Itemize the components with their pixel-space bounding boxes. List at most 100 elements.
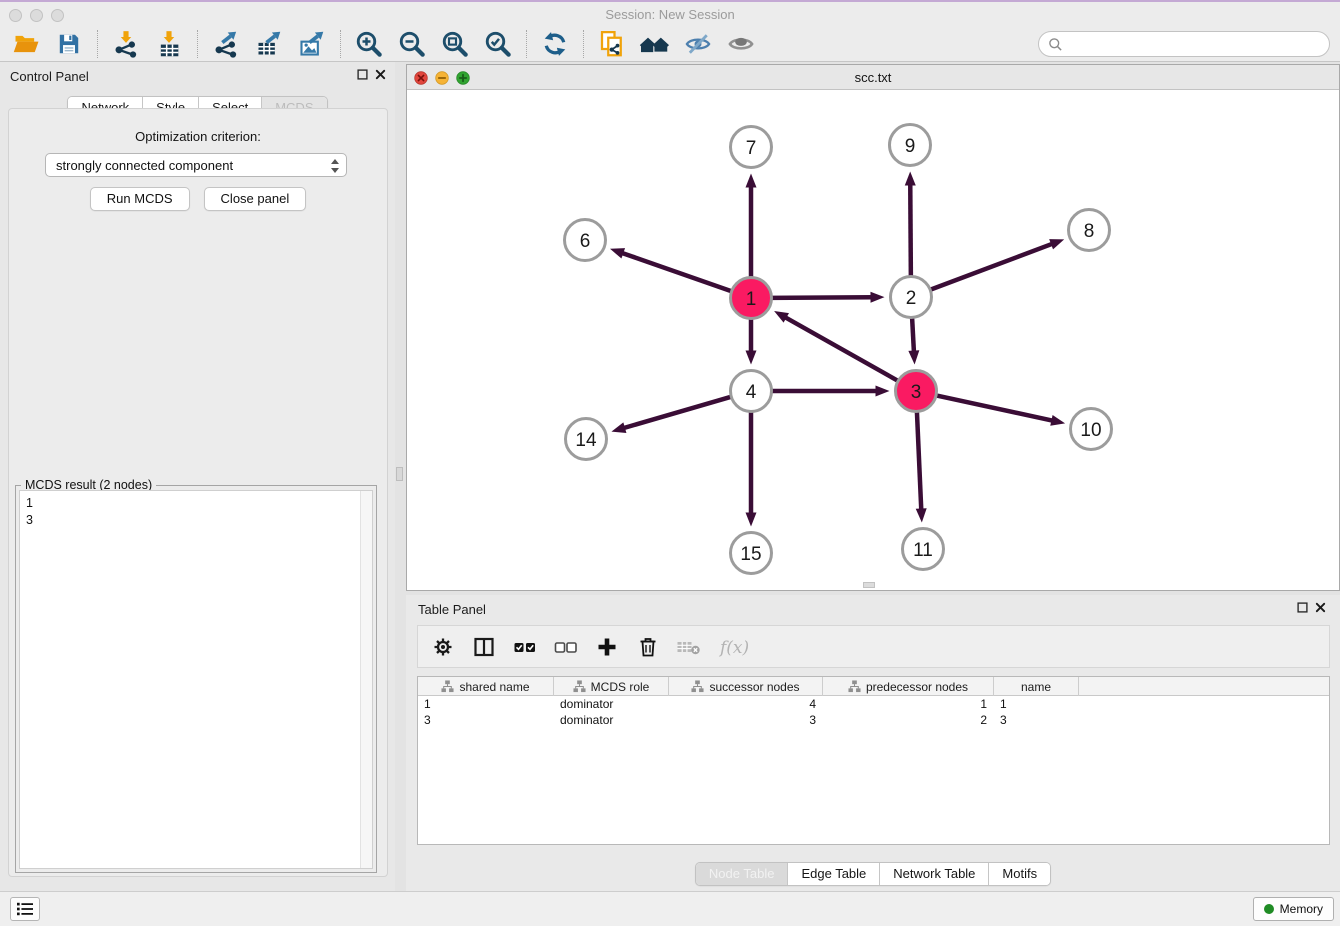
network-snapshot-button[interactable]: [594, 28, 630, 60]
minimize-network-button[interactable]: [435, 71, 449, 85]
zoom-window-button[interactable]: [51, 9, 64, 22]
zoom-out-button[interactable]: [394, 28, 430, 60]
graph-node-6[interactable]: 6: [565, 220, 606, 261]
cell-successor-nodes: 3: [669, 712, 823, 728]
split-table-view-button[interactable]: [471, 634, 497, 660]
open-file-button[interactable]: [8, 28, 44, 60]
graph-edge-4-14[interactable]: [611, 396, 732, 433]
delete-column-button[interactable]: [635, 634, 661, 660]
float-table-panel-icon[interactable]: [1297, 602, 1308, 613]
deselect-all-columns-button[interactable]: [553, 634, 579, 660]
graph-edge-1-6[interactable]: [610, 248, 733, 291]
export-table-button[interactable]: [251, 28, 287, 60]
column-header-label: MCDS role: [591, 680, 650, 694]
export-image-button[interactable]: [294, 28, 330, 60]
graph-edge-2-3[interactable]: [908, 316, 919, 364]
graph-node-label: 1: [746, 289, 757, 310]
control-panel: Control Panel NetworkStyleSelectMCDS Opt…: [0, 62, 395, 891]
eye-icon: [726, 30, 756, 58]
zoom-selected-button[interactable]: [480, 28, 516, 60]
close-window-button[interactable]: [9, 9, 22, 22]
hide-details-button[interactable]: [680, 28, 716, 60]
toolbar-separator: [197, 30, 198, 58]
show-details-button[interactable]: [723, 28, 759, 60]
column-header-name[interactable]: name: [994, 677, 1079, 696]
network-window-titlebar[interactable]: scc.txt: [407, 65, 1339, 90]
maximize-network-button[interactable]: [456, 71, 470, 85]
graph-node-11[interactable]: 11: [903, 529, 944, 570]
table-settings-button[interactable]: [430, 634, 456, 660]
select-all-columns-button[interactable]: [512, 634, 538, 660]
float-panel-icon[interactable]: [357, 69, 368, 80]
tab-edge-table[interactable]: Edge Table: [788, 863, 880, 885]
graph-node-7[interactable]: 7: [731, 127, 772, 168]
close-network-button[interactable]: [414, 71, 428, 85]
minimize-window-button[interactable]: [30, 9, 43, 22]
graph-edge-3-10[interactable]: [935, 395, 1065, 426]
graph-node-10[interactable]: 10: [1071, 409, 1112, 450]
home-icon: [639, 30, 671, 58]
delete-table-button[interactable]: [676, 634, 702, 660]
function-builder-button[interactable]: f(x): [717, 634, 755, 660]
horizontal-splitter-handle[interactable]: [863, 582, 875, 588]
graph-edge-4-3[interactable]: [771, 386, 890, 397]
graph-edge-2-9[interactable]: [905, 171, 916, 277]
mcds-panel: Optimization criterion: strongly connect…: [8, 108, 388, 877]
column-header-shared-name[interactable]: shared name: [418, 677, 554, 696]
table-row[interactable]: 3dominator323: [418, 712, 1329, 728]
tab-motifs[interactable]: Motifs: [989, 863, 1050, 885]
graph-edge-1-7[interactable]: [746, 174, 757, 279]
column-header-successor-nodes[interactable]: successor nodes: [669, 677, 823, 696]
close-panel-icon[interactable]: [375, 69, 386, 80]
graph-node-4[interactable]: 4: [731, 371, 772, 412]
zoom-fit-button[interactable]: [437, 28, 473, 60]
import-network-button[interactable]: [108, 28, 144, 60]
column-header-predecessor-nodes[interactable]: predecessor nodes: [823, 677, 994, 696]
table-row[interactable]: 1dominator411: [418, 696, 1329, 712]
graph-node-9[interactable]: 9: [890, 125, 931, 166]
column-header-mcds-role[interactable]: MCDS role: [554, 677, 669, 696]
window-title: Session: New Session: [0, 7, 1340, 22]
search-box[interactable]: [1038, 31, 1330, 57]
graph-node-label: 11: [913, 540, 933, 561]
graph-edge-1-4[interactable]: [746, 318, 757, 365]
export-network-button[interactable]: [208, 28, 244, 60]
graph-edge-2-8[interactable]: [929, 239, 1064, 290]
graph-node-15[interactable]: 15: [731, 533, 772, 574]
graph-edge-1-2[interactable]: [770, 292, 884, 303]
graph-node-3[interactable]: 3: [896, 371, 937, 412]
graph-node-8[interactable]: 8: [1069, 210, 1110, 251]
tab-node-table[interactable]: Node Table: [696, 863, 789, 885]
graph-edge-3-1[interactable]: [774, 311, 899, 381]
search-input[interactable]: [1069, 37, 1320, 52]
mcds-result-groupbox: MCDS result (2 nodes) 13: [15, 485, 377, 873]
zoom-in-button[interactable]: [351, 28, 387, 60]
graph-node-label: 2: [906, 288, 917, 309]
tab-network-table[interactable]: Network Table: [880, 863, 989, 885]
graph-node-2[interactable]: 2: [891, 277, 932, 318]
graph-edge-3-11[interactable]: [916, 410, 927, 522]
network-canvas[interactable]: 7 9 6 8 1 2 4 3 14 10 15 11: [407, 90, 1339, 590]
close-panel-button[interactable]: Close panel: [204, 187, 307, 211]
run-mcds-button[interactable]: Run MCDS: [90, 187, 190, 211]
refresh-view-button[interactable]: [537, 28, 573, 60]
node-table: shared name MCDS role successor nodesprede…: [417, 676, 1330, 845]
network-graph: 7 9 6 8 1 2 4 3 14 10 15 11: [407, 90, 1339, 590]
save-session-button[interactable]: [51, 28, 87, 60]
home-layout-button[interactable]: [637, 28, 673, 60]
close-table-panel-icon[interactable]: [1315, 602, 1326, 613]
column-type-icon: [573, 680, 586, 693]
import-table-button[interactable]: [151, 28, 187, 60]
vertical-splitter-handle[interactable]: [396, 467, 403, 481]
graph-node-1[interactable]: 1: [731, 278, 772, 319]
graph-edge-4-15[interactable]: [746, 411, 757, 527]
create-column-button[interactable]: [594, 634, 620, 660]
save-floppy-icon: [56, 31, 82, 57]
memory-button[interactable]: Memory: [1253, 897, 1334, 921]
table-panel-header: Table Panel: [406, 595, 1340, 623]
show-panels-button[interactable]: [10, 897, 40, 921]
graph-node-14[interactable]: 14: [566, 419, 607, 460]
table-panel: Table Panel: [406, 595, 1340, 891]
result-scrollbar[interactable]: [360, 491, 372, 868]
criterion-select[interactable]: strongly connected component: [45, 153, 347, 177]
